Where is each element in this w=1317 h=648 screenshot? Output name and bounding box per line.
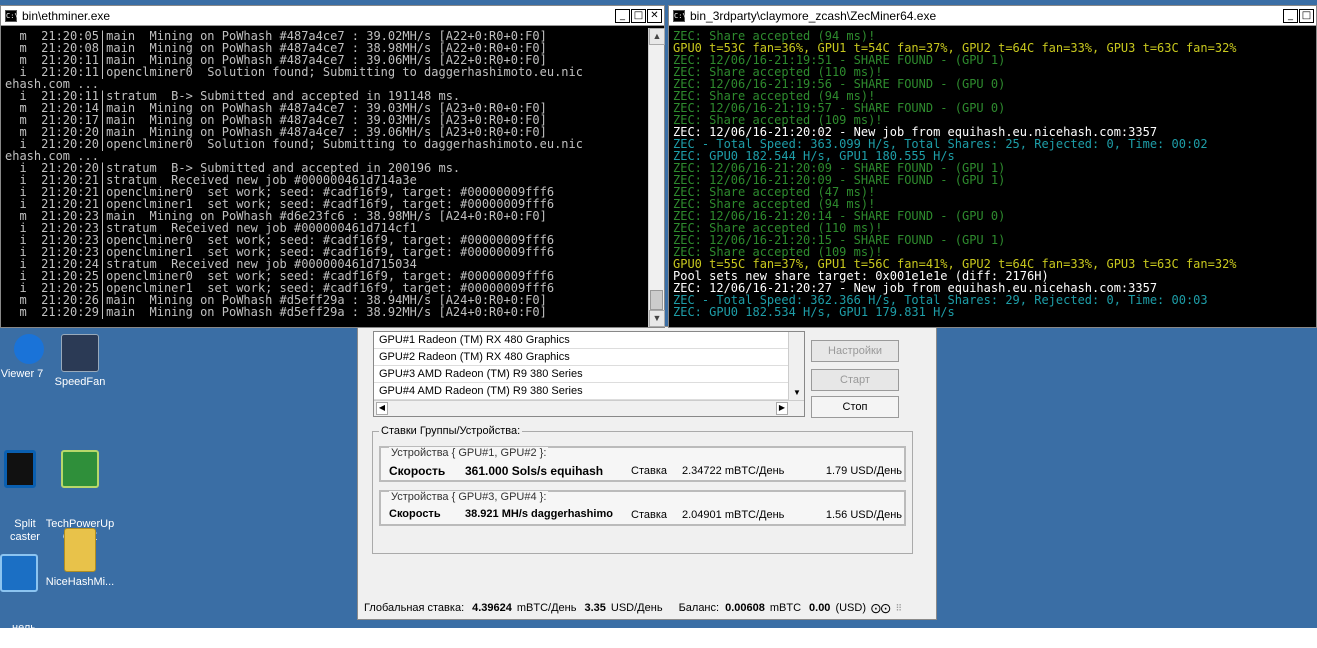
intel-panel-icon <box>0 554 38 592</box>
device-group-box: Устройства { GPU#1, GPU#2 }: Скорость 361.… <box>379 446 906 482</box>
device-list-hscrollbar[interactable]: ◀ ▶ <box>374 400 804 416</box>
device-list-item[interactable]: GPU#4 AMD Radeon (TM) R9 380 Series <box>374 383 788 400</box>
speedfan-icon <box>61 334 99 372</box>
scroll-down-arrow-icon[interactable]: ▼ <box>791 388 803 400</box>
device-list-item[interactable]: GPU#2 Radeon (TM) RX 480 Graphics <box>374 349 788 366</box>
gpuz-icon <box>61 450 99 488</box>
nicehash-miner-window: GPU#1 Radeon (TM) RX 480 Graphics GPU#2 R… <box>357 326 937 620</box>
zecminer-console-window: C:\ bin_3rdparty\claymore_zcash\ZecMiner… <box>668 5 1317 328</box>
device-list-vscrollbar[interactable]: ▼ <box>788 332 804 402</box>
folder-icon <box>64 528 96 572</box>
scroll-left-arrow-icon[interactable]: ◀ <box>376 402 388 415</box>
global-rate-label: Глобальная ставка: <box>364 602 465 614</box>
device-list-item[interactable]: GPU#3 AMD Radeon (TM) R9 380 Series <box>374 366 788 383</box>
global-rate-btc: 4.39624 <box>472 602 512 614</box>
splitcaster-icon <box>4 450 36 488</box>
scrollbar-thumb[interactable] <box>650 290 663 310</box>
console-scrollbar[interactable]: ▲ ▼ <box>648 28 665 327</box>
rate-label: Ставка <box>631 509 667 521</box>
balance-btc: 0.00608 <box>725 602 765 614</box>
global-rate-usd: 3.35 <box>584 602 606 614</box>
balance-btc-unit: mBTC <box>769 602 802 614</box>
desktop-icon-speedfan[interactable]: SpeedFan <box>40 334 120 389</box>
window-title: bin_3rdparty\claymore_zcash\ZecMiner64.e… <box>690 8 937 23</box>
ethminer-titlebar[interactable]: C:\ bin\ethminer.exe _ □ ✕ <box>1 6 664 26</box>
usd-value: 1.56 USD/День <box>825 509 902 521</box>
console-icon: C:\ <box>5 9 19 22</box>
scroll-right-arrow-icon[interactable]: ▶ <box>776 402 788 415</box>
binoculars-icon[interactable]: ⊙⊙ <box>870 600 892 617</box>
maximize-icon[interactable]: □ <box>1299 8 1314 23</box>
device-group-label: Устройства { GPU#3, GPU#4 }: <box>389 491 549 503</box>
speed-value: 38.921 MH/s daggerhashimo <box>465 508 613 520</box>
rates-groupbox-label: Ставки Группы/Устройства: <box>379 425 523 437</box>
device-group-label: Устройства { GPU#1, GPU#2 }: <box>389 447 549 459</box>
device-list[interactable]: GPU#1 Radeon (TM) RX 480 Graphics GPU#2 R… <box>373 331 805 417</box>
console-line: ZEC: GPU0 182.534 H/s, GPU1 179.831 H/s <box>673 305 955 319</box>
ethminer-console-window: C:\ bin\ethminer.exe _ □ ✕ m 21:20:05|ma… <box>0 5 665 328</box>
desktop-icon-nicehash-folder[interactable]: NiceHashMi... <box>40 528 120 589</box>
settings-button[interactable]: Настройки <box>811 340 899 362</box>
zecminer-titlebar[interactable]: C:\ bin_3rdparty\claymore_zcash\ZecMiner… <box>669 6 1316 26</box>
console-icon: C:\ <box>673 9 687 22</box>
maximize-icon[interactable]: □ <box>631 8 646 23</box>
desktop-icon-label: нель лени... <box>7 622 41 647</box>
desktop-icon-label: NiceHashMi... <box>45 576 115 588</box>
console-line: m 21:20:29|main Mining on PoWhash #d5eff… <box>5 305 547 319</box>
device-group-box: Устройства { GPU#3, GPU#4 }: Скорость 38.9… <box>379 490 906 526</box>
desktop: Viewer 7 SpeedFan Split caster TechPower… <box>0 0 1317 647</box>
balance-usd-unit: (USD) <box>835 602 866 614</box>
global-rate-btc-unit: mBTC/День <box>516 602 577 614</box>
global-rate-usd-unit: USD/День <box>610 602 663 614</box>
rate-label: Ставка <box>631 465 667 477</box>
speed-label: Скорость <box>389 464 446 478</box>
console-output: m 21:20:05|main Mining on PoWhash #487a4… <box>5 30 644 325</box>
rate-value: 2.34722 mBTC/День <box>682 465 785 477</box>
speed-value: 361.000 Sols/s equihash <box>465 464 604 478</box>
stop-button[interactable]: Стоп <box>811 396 899 418</box>
console-line: i 21:20:11|openclminer0 Solution found; … <box>5 65 583 79</box>
close-icon[interactable]: ✕ <box>647 8 662 23</box>
minimize-icon[interactable]: _ <box>615 8 630 23</box>
scroll-down-arrow-icon[interactable]: ▼ <box>649 310 665 327</box>
console-output: ZEC: Share accepted (94 ms)! GPU0 t=53C f… <box>673 30 1314 325</box>
minimize-icon[interactable]: _ <box>1283 8 1298 23</box>
scroll-up-arrow-icon[interactable]: ▲ <box>649 28 665 45</box>
resize-grip-icon[interactable]: ⠿ <box>895 603 902 614</box>
usd-value: 1.79 USD/День <box>825 465 902 477</box>
window-title: bin\ethminer.exe <box>22 8 111 23</box>
speed-label: Скорость <box>389 508 441 520</box>
device-list-item[interactable]: GPU#1 Radeon (TM) RX 480 Graphics <box>374 332 788 349</box>
rate-value: 2.04901 mBTC/День <box>682 509 785 521</box>
status-bar: Глобальная ставка: 4.39624 mBTC/День 3.3… <box>358 597 936 619</box>
start-button[interactable]: Старт <box>811 369 899 391</box>
rates-groupbox: Ставки Группы/Устройства: Устройства { G… <box>372 425 913 554</box>
balance-usd: 0.00 <box>809 602 831 614</box>
console-line: i 21:20:20|openclminer0 Solution found; … <box>5 137 583 151</box>
desktop-icon-label: SpeedFan <box>54 376 106 388</box>
balance-label: Баланс: <box>678 602 720 614</box>
